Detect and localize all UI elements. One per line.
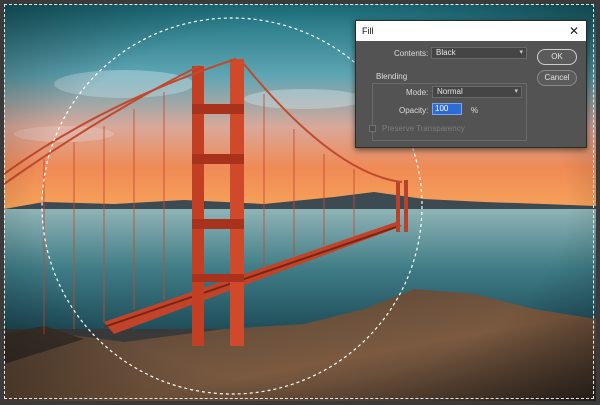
mode-select[interactable]: Normal ▾	[432, 86, 522, 98]
opacity-input[interactable]: 100	[432, 103, 462, 115]
cancel-button[interactable]: Cancel	[537, 70, 577, 86]
chevron-down-icon: ▾	[514, 88, 518, 95]
preserve-transparency-checkbox[interactable]	[369, 125, 376, 132]
mode-label: Mode:	[406, 88, 429, 97]
close-icon[interactable]: ✕	[566, 23, 582, 39]
dialog-title: Fill	[362, 26, 374, 36]
preserve-transparency-label: Preserve Transparency	[382, 124, 465, 133]
ok-button[interactable]: OK	[537, 49, 577, 65]
dialog-titlebar[interactable]: Fill ✕	[356, 21, 586, 41]
fill-dialog: Fill ✕ Contents: Black ▾ OK Cancel Blend…	[355, 20, 587, 148]
chevron-down-icon: ▾	[519, 49, 523, 56]
contents-value: Black	[436, 48, 456, 57]
contents-select[interactable]: Black ▾	[431, 47, 527, 59]
blending-group-label: Blending	[376, 72, 408, 81]
opacity-label: Opacity:	[399, 106, 429, 115]
opacity-unit: %	[471, 106, 479, 115]
mode-value: Normal	[437, 87, 463, 96]
contents-label: Contents:	[394, 49, 429, 58]
